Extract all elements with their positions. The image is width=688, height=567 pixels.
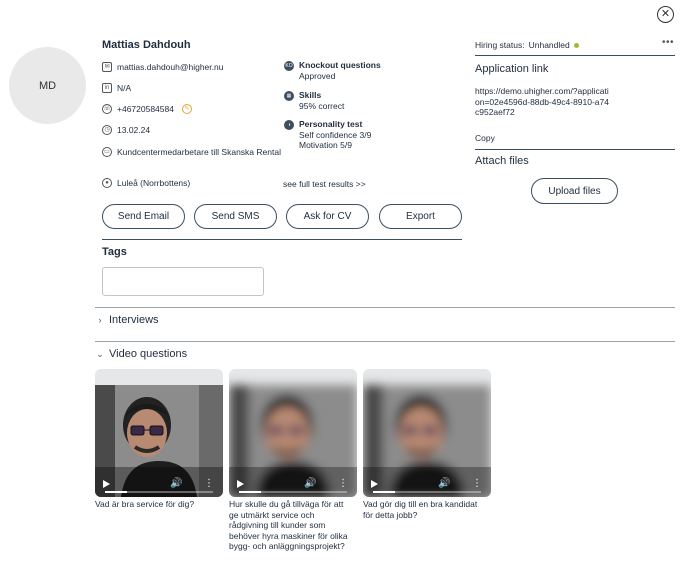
tags-label: Tags (102, 246, 127, 258)
candidate-name: Mattias Dahdouh (102, 39, 191, 51)
video-controls: 🔊 ⋮ (363, 467, 491, 497)
chevron-down-icon: ⌄ (96, 348, 104, 359)
video-more-icon[interactable]: ⋮ (204, 479, 214, 489)
video-controls: 🔊 ⋮ (95, 467, 223, 497)
divider (102, 239, 462, 240)
video-card[interactable]: 🔊 ⋮ (95, 369, 223, 497)
video-caption: Hur skulle du gå tillväga för att ge utm… (229, 499, 348, 551)
copy-link-button[interactable]: Copy (475, 133, 495, 143)
interviews-label: Interviews (109, 314, 159, 326)
video-controls: 🔊 ⋮ (229, 467, 357, 497)
email-value[interactable]: mattias.dahdouh@higher.nu (117, 62, 223, 73)
play-icon[interactable] (103, 480, 110, 488)
phone-icon: ☏ (102, 104, 112, 114)
location-icon: ● (102, 178, 112, 188)
phone-value: +46720584584 (117, 104, 174, 114)
position-icon: ▭ (102, 147, 112, 157)
video-progress[interactable] (239, 491, 347, 493)
ask-cv-button[interactable]: Ask for CV (286, 204, 369, 229)
linkedin-icon: in (102, 83, 112, 93)
test-result: Self confidence 3/9 (299, 130, 372, 140)
volume-icon[interactable]: 🔊 (170, 479, 182, 489)
close-icon[interactable]: ✕ (657, 6, 674, 23)
video-questions-label: Video questions (109, 348, 188, 360)
test-title: Knockout questions (299, 60, 381, 70)
video-questions-toggle[interactable]: ⌄ Video questions (96, 348, 187, 360)
linkedin-row: in N/A (102, 83, 131, 94)
status-dot-icon (573, 42, 579, 48)
video-caption: Vad är bra service för dig? (95, 499, 195, 509)
knockout-icon: KO (284, 61, 294, 71)
position-row: ▭ Kundcentermedarbetare till Skanska Ren… (102, 147, 282, 158)
play-icon[interactable] (237, 480, 244, 488)
application-link-title: Application link (475, 63, 549, 75)
position-value: Kundcentermedarbetare till Skanska Renta… (117, 147, 281, 157)
full-test-results-link[interactable]: see full test results >> (283, 179, 366, 189)
application-link[interactable]: https://demo.uhigher.com/?application=02… (475, 86, 610, 118)
export-button[interactable]: Export (379, 204, 462, 229)
skills-icon: ▦ (284, 91, 294, 101)
video-progress[interactable] (373, 491, 481, 493)
personality-icon: ◑ (284, 120, 294, 130)
test-title: Personality test (299, 119, 363, 129)
volume-icon[interactable]: 🔊 (304, 479, 316, 489)
upload-files-button[interactable]: Upload files (531, 178, 618, 204)
video-card[interactable]: 🔊 ⋮ (363, 369, 491, 497)
avatar-initials: MD (38, 79, 57, 92)
avatar: MD (9, 47, 86, 124)
video-more-icon[interactable]: ⋮ (338, 479, 348, 489)
attach-files-title: Attach files (475, 155, 529, 167)
interviews-toggle[interactable]: › Interviews (96, 314, 159, 326)
test-result: 95% correct (299, 101, 345, 111)
video-more-icon[interactable]: ⋮ (472, 479, 482, 489)
hiring-status-label: Hiring status: (475, 40, 525, 50)
date-value: 13.02.24 (117, 125, 151, 135)
hiring-status-value: Unhandled (528, 40, 570, 50)
video-card[interactable]: 🔊 ⋮ (229, 369, 357, 497)
date-row: ◷ 13.02.24 (102, 125, 150, 136)
tags-input[interactable] (102, 267, 264, 296)
send-sms-button[interactable]: Send SMS (194, 204, 277, 229)
clock-icon: ◷ (102, 125, 112, 135)
location-row: ● Luleå (Norrbottens) (102, 178, 190, 189)
test-skills: ▦ Skills 95% correct (284, 90, 344, 111)
test-result: Motivation 5/9 (299, 140, 352, 150)
video-progress[interactable] (105, 491, 213, 493)
hiring-status[interactable]: Hiring status: Unhandled (475, 40, 579, 50)
divider (95, 341, 675, 342)
chevron-right-icon: › (98, 315, 102, 325)
video-caption: Vad gör dig till en bra kandidat för det… (363, 499, 478, 520)
mail-icon: ✉ (102, 62, 112, 72)
test-result: Approved (299, 71, 336, 81)
volume-icon[interactable]: 🔊 (438, 479, 450, 489)
send-email-button[interactable]: Send Email (102, 204, 185, 229)
edit-icon[interactable]: ✎ (181, 104, 192, 114)
play-icon[interactable] (371, 480, 378, 488)
linkedin-value: N/A (117, 83, 132, 93)
location-value: Luleå (Norrbottens) (117, 178, 191, 188)
test-personality: ◑ Personality test Self confidence 3/9 M… (284, 119, 371, 150)
email-row: ✉ mattias.dahdouh@higher.nu (102, 62, 223, 73)
phone-row: ☏ +46720584584 ✎ (102, 104, 192, 115)
divider (95, 307, 675, 308)
test-knockout: KO Knockout questions Approved (284, 60, 381, 81)
divider (475, 149, 675, 150)
test-title: Skills (299, 90, 322, 100)
more-options-icon[interactable]: ••• (662, 37, 674, 48)
divider (475, 55, 675, 56)
